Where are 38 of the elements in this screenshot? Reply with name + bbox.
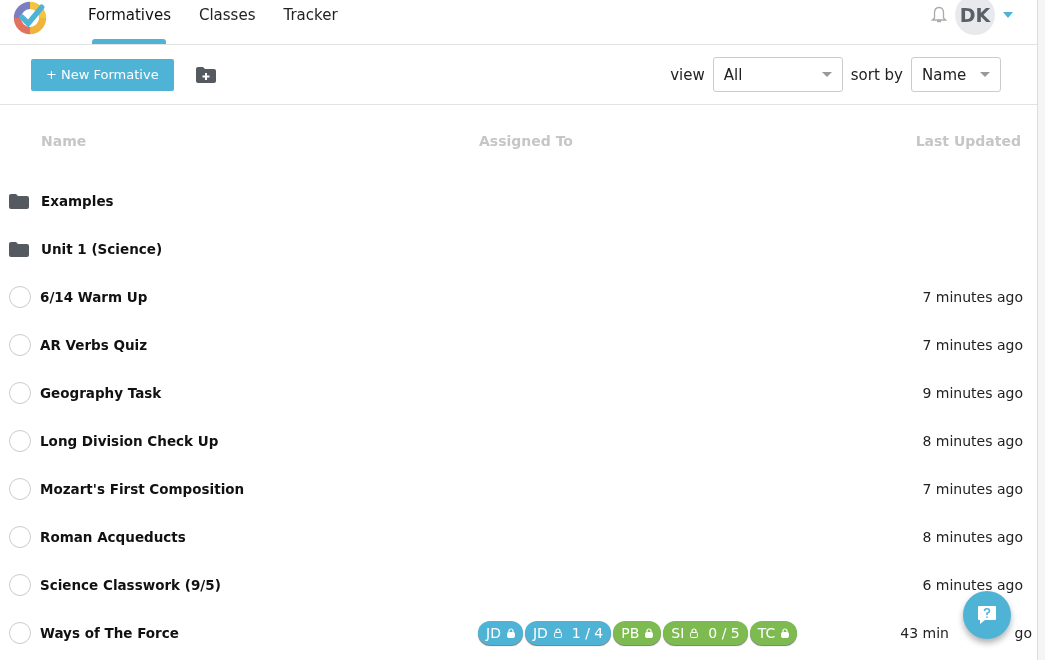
user-avatar[interactable]: DK (955, 0, 995, 35)
formative-name[interactable]: 6/14 Warm Up (40, 289, 148, 305)
folder-icon (9, 241, 29, 257)
nav-tab[interactable]: Formatives (76, 0, 183, 44)
help-button[interactable] (963, 591, 1011, 639)
last-updated: 7 minutes ago (922, 481, 1023, 497)
formative-name[interactable]: Science Classwork (9/5) (40, 577, 221, 593)
last-updated: 7 minutes ago (922, 289, 1023, 305)
sort-label: sort by (850, 65, 903, 84)
nav-tab[interactable]: Classes (186, 0, 268, 44)
view-dropdown[interactable]: All (712, 57, 843, 92)
nav-tab[interactable]: Tracker (271, 0, 350, 44)
last-updated: go (1014, 625, 1032, 641)
caret-icon[interactable] (980, 72, 990, 77)
last-updated: 7 minutes ago (922, 337, 1023, 353)
formative-name[interactable]: Geography Task (40, 385, 162, 401)
last-updated: 9 minutes ago (922, 385, 1023, 401)
help-icon (977, 605, 997, 625)
scrollbar[interactable] (1037, 0, 1045, 660)
new-folder-icon[interactable] (195, 66, 216, 83)
formative-name[interactable]: AR Verbs Quiz (40, 337, 148, 353)
caret-icon[interactable] (1003, 12, 1013, 18)
formative-name[interactable]: Examples (41, 193, 114, 209)
formative-name[interactable]: Ways of The Force (40, 625, 179, 641)
sort-dropdown[interactable]: Name (911, 57, 1001, 92)
formative-name[interactable]: Mozart's First Composition (40, 481, 245, 497)
formative-name[interactable]: Long Division Check Up (40, 433, 219, 449)
folder-icon (9, 193, 29, 209)
formative-name[interactable]: Unit 1 (Science) (41, 241, 163, 257)
caret-icon[interactable] (821, 72, 832, 77)
last-updated: 43 min (900, 625, 949, 641)
last-updated: 8 minutes ago (922, 433, 1023, 449)
view-label: view (670, 65, 705, 84)
bell-icon[interactable] (931, 6, 947, 24)
formative-name[interactable]: Roman Acqueducts (40, 529, 186, 545)
logo-icon[interactable] (12, 0, 48, 36)
last-updated: 6 minutes ago (922, 577, 1023, 593)
last-updated: 8 minutes ago (922, 529, 1023, 545)
